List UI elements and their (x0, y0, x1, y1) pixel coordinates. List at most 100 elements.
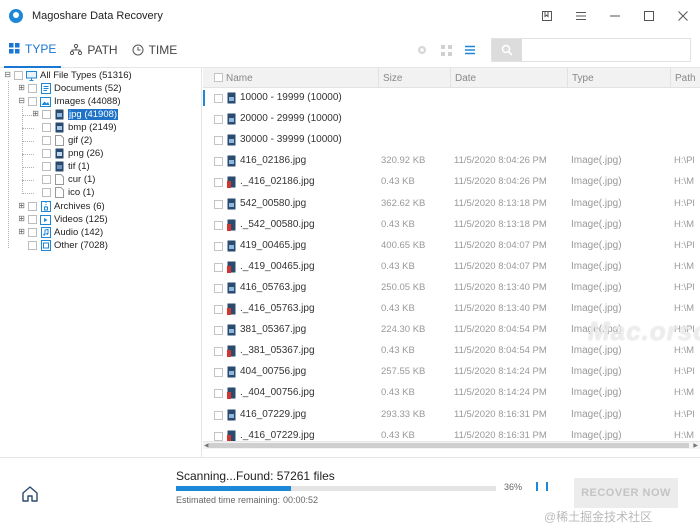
recover-now-button[interactable]: RECOVER NOW (574, 478, 678, 508)
tree-checkbox[interactable] (28, 215, 37, 224)
tree-checkbox[interactable] (42, 149, 51, 158)
column-header-path[interactable]: Path (670, 68, 700, 88)
scroll-left-icon[interactable]: ◀ (204, 442, 209, 449)
tree-item-bmp[interactable]: bmp (2149) (42, 121, 117, 134)
table-row[interactable]: 416_07229.jpg 293.33 KB 11/5/2020 8:16:31 … (203, 405, 700, 426)
row-checkbox[interactable] (214, 431, 223, 441)
tab-type[interactable]: TYPE (4, 32, 62, 68)
collapse-icon[interactable]: ⊟ (3, 71, 12, 80)
tree-checkbox[interactable] (14, 71, 23, 80)
expand-icon[interactable]: ⊞ (31, 110, 40, 119)
row-checkbox[interactable] (214, 241, 223, 251)
tree-item-all-file-types[interactable]: ⊟ All File Types (51316) (3, 69, 132, 82)
row-checkbox[interactable] (214, 389, 223, 399)
table-row[interactable]: 416_05763.jpg 250.05 KB 11/5/2020 8:13:40 … (203, 278, 700, 299)
row-checkbox[interactable] (214, 326, 223, 336)
menu-icon[interactable] (564, 0, 598, 32)
table-row[interactable]: 404_00756.jpg 257.55 KB 11/5/2020 8:14:24 … (203, 362, 700, 383)
tree-item-cur[interactable]: cur (1) (42, 173, 95, 186)
row-checkbox[interactable] (214, 262, 223, 272)
row-checkbox[interactable] (214, 157, 223, 167)
tab-time[interactable]: TIME (127, 32, 183, 68)
archive-icon (40, 201, 51, 212)
table-row[interactable]: 416_02186.jpg 320.92 KB 11/5/2020 8:04:26 … (203, 151, 700, 172)
file-type: Image(.jpg) (571, 260, 622, 272)
file-date: 11/5/2020 8:04:07 PM (454, 239, 547, 251)
row-checkbox[interactable] (214, 178, 223, 188)
tree-item-images[interactable]: ⊟ Images (44088) (17, 95, 120, 108)
tree-item-videos[interactable]: ⊞ Videos (125) (17, 213, 108, 226)
close-icon[interactable] (666, 0, 700, 32)
tree-item-tif[interactable]: tif (1) (42, 160, 90, 173)
tree-checkbox[interactable] (28, 241, 37, 250)
search-icon[interactable] (492, 39, 522, 61)
tree-checkbox[interactable] (42, 188, 51, 197)
folder-row[interactable]: 30000 - 39999 (10000) (203, 130, 700, 151)
table-row[interactable]: 419_00465.jpg 400.65 KB 11/5/2020 8:04:07 … (203, 236, 700, 257)
tree-item-ico[interactable]: ico (1) (42, 186, 94, 199)
file-name: 419_00465.jpg (240, 239, 307, 251)
collapse-icon[interactable]: ⊟ (17, 97, 26, 106)
list-view-icon[interactable] (458, 38, 482, 62)
tree-checkbox[interactable] (28, 202, 37, 211)
tree-item-archives[interactable]: ⊞ Archives (6) (17, 200, 105, 213)
bookmark-icon[interactable] (530, 0, 564, 32)
tree-checkbox[interactable] (42, 162, 51, 171)
horizontal-scrollbar[interactable]: ◀ ▶ (203, 441, 700, 449)
pause-icon[interactable] (536, 482, 548, 494)
search-input[interactable] (522, 39, 690, 61)
row-checkbox[interactable] (214, 368, 223, 378)
scrollbar-thumb[interactable] (209, 443, 689, 448)
folder-row[interactable]: 20000 - 29999 (10000) (203, 109, 700, 130)
maximize-icon[interactable] (632, 0, 666, 32)
file-date: 11/5/2020 8:14:24 PM (454, 387, 547, 399)
minimize-icon[interactable] (598, 0, 632, 32)
expand-icon[interactable]: ⊞ (17, 202, 26, 211)
folder-row[interactable]: 10000 - 19999 (10000) (203, 88, 700, 109)
expand-icon[interactable]: ⊞ (17, 84, 26, 93)
tree-checkbox[interactable] (42, 123, 51, 132)
row-checkbox[interactable] (214, 283, 223, 293)
tree-item-png[interactable]: png (26) (42, 147, 103, 160)
column-header-date[interactable]: Date (450, 68, 567, 88)
tree-item-other[interactable]: Other (7028) (28, 239, 108, 252)
row-checkbox[interactable] (214, 199, 223, 209)
tree-checkbox[interactable] (42, 110, 51, 119)
tree-checkbox[interactable] (42, 175, 51, 184)
column-header-name[interactable]: Name (222, 68, 378, 88)
table-row[interactable]: ._542_00580.jpg 0.43 KB 11/5/2020 8:13:18 … (203, 215, 700, 236)
home-icon[interactable] (20, 484, 40, 504)
row-checkbox[interactable] (214, 410, 223, 420)
row-checkbox[interactable] (214, 220, 223, 230)
tree-item-jpg[interactable]: ⊞ jpg (41908) (31, 108, 119, 121)
tree-checkbox[interactable] (28, 84, 37, 93)
preview-eye-icon[interactable] (410, 38, 434, 62)
tree-checkbox[interactable] (28, 228, 37, 237)
row-checkbox[interactable] (214, 305, 223, 314)
scroll-right-icon[interactable]: ▶ (693, 442, 698, 449)
tree-item-documents[interactable]: ⊞ Documents (52) (17, 82, 122, 95)
table-row[interactable]: ._416_02186.jpg 0.43 KB 11/5/2020 8:04:26 … (203, 172, 700, 193)
row-checkbox[interactable] (214, 115, 223, 125)
column-header-size[interactable]: Size (378, 68, 450, 88)
tab-path[interactable]: PATH (65, 32, 122, 68)
thumbnail-view-icon[interactable] (434, 38, 458, 62)
expand-icon[interactable]: ⊞ (17, 215, 26, 224)
expand-icon[interactable]: ⊞ (17, 228, 26, 237)
tree-checkbox[interactable] (42, 136, 51, 145)
tree-connector (22, 193, 34, 194)
row-checkbox[interactable] (214, 136, 223, 146)
file-size: 0.43 KB (381, 387, 415, 399)
tree-checkbox[interactable] (28, 97, 37, 106)
table-row[interactable]: ._419_00465.jpg 0.43 KB 11/5/2020 8:04:07 … (203, 257, 700, 278)
file-type: Image(.jpg) (571, 281, 622, 293)
view-toggle-group (410, 32, 482, 68)
row-checkbox[interactable] (214, 347, 223, 357)
row-checkbox[interactable] (214, 94, 223, 103)
tree-item-audio[interactable]: ⊞ Audio (142) (17, 226, 103, 239)
file-date: 11/5/2020 8:13:18 PM (454, 218, 547, 230)
table-row[interactable]: 542_00580.jpg 362.62 KB 11/5/2020 8:13:18 … (203, 194, 700, 215)
column-header-type[interactable]: Type (567, 68, 670, 88)
table-row[interactable]: ._404_00756.jpg 0.43 KB 11/5/2020 8:14:24 … (203, 383, 700, 404)
tree-item-gif[interactable]: gif (2) (42, 134, 92, 147)
